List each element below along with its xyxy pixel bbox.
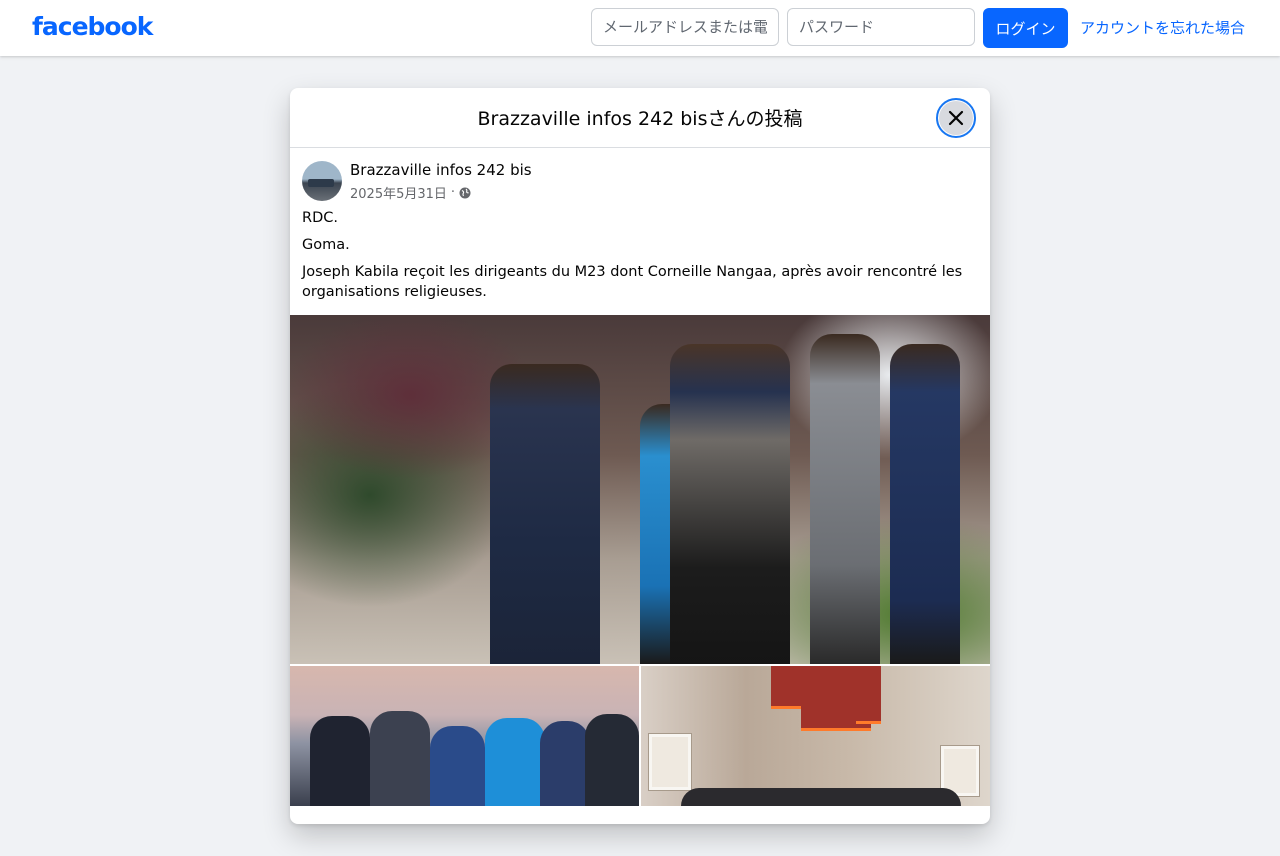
password-field[interactable]	[787, 8, 975, 46]
email-field[interactable]	[591, 8, 779, 46]
close-icon	[948, 110, 964, 126]
post-photo-thumbnail[interactable]	[290, 666, 639, 806]
dialog-header: Brazzaville infos 242 bisさんの投稿	[290, 88, 990, 148]
meta-separator: ·	[450, 185, 456, 200]
post-photo-thumbnail[interactable]	[641, 666, 990, 806]
dialog-title: Brazzaville infos 242 bisさんの投稿	[477, 108, 803, 130]
forgot-account-link[interactable]: アカウントを忘れた場合	[1080, 17, 1245, 38]
login-button[interactable]: ログイン	[983, 8, 1068, 48]
post-body: RDC. Goma. Joseph Kabila reçoit les diri…	[302, 208, 978, 309]
facebook-logo[interactable]: facebook	[32, 12, 153, 41]
author-name-link[interactable]: Brazzaville infos 242 bis	[350, 161, 532, 179]
globe-icon[interactable]	[459, 187, 471, 199]
top-navigation-bar: facebook ログイン アカウントを忘れた場合	[0, 0, 1280, 56]
post-line: Joseph Kabila reçoit les dirigeants du M…	[302, 264, 963, 300]
post-line: Goma.	[302, 237, 350, 253]
post-line: RDC.	[302, 210, 338, 226]
close-button[interactable]	[936, 98, 976, 138]
post-meta: 2025年5月31日 ·	[350, 183, 471, 202]
post-date[interactable]: 2025年5月31日	[350, 183, 447, 202]
author-avatar[interactable]	[302, 161, 342, 201]
post-dialog: Brazzaville infos 242 bisさんの投稿 Brazzavil…	[290, 88, 990, 824]
post-photo-main[interactable]	[290, 315, 990, 664]
